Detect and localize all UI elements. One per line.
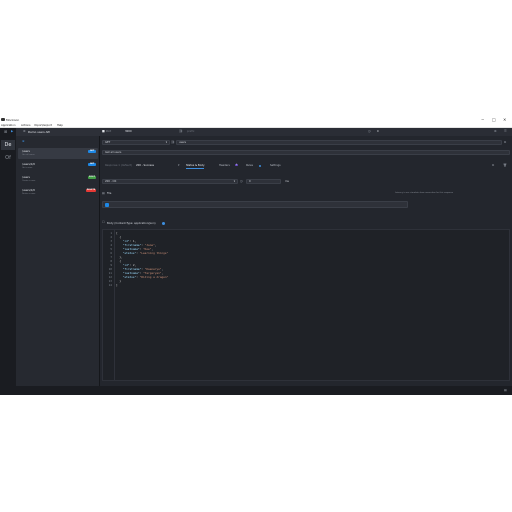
response-row: Response 1 (default) 200 - Success ▾ Sta…	[100, 162, 512, 170]
title-bar: Mockoon − □ ✕	[0, 116, 512, 123]
latency-input[interactable]: 0	[377, 130, 379, 133]
method-select[interactable]: GET ▾	[102, 140, 170, 145]
close-button[interactable]: ✕	[503, 117, 506, 122]
port-input[interactable]: 3000	[125, 130, 132, 133]
folder-icon[interactable]	[105, 203, 109, 207]
menu-actions[interactable]: Actions	[21, 124, 30, 127]
checkbox-icon[interactable]: ☐	[102, 221, 105, 224]
method-badge: GET	[88, 163, 96, 166]
link-icon: ⛓	[179, 129, 183, 133]
route-item[interactable]: /users Create a user POST	[18, 174, 98, 185]
route-description: Create a user	[22, 180, 36, 182]
response-latency-input[interactable]: 0	[246, 179, 281, 184]
trash-icon[interactable]: 🗑	[503, 164, 507, 167]
file-path-input[interactable]	[102, 201, 408, 208]
body-info-icon	[162, 222, 165, 225]
file-icon: ▤	[102, 191, 105, 195]
environment-name: Demo users API	[28, 130, 51, 134]
menu-help[interactable]: Help	[57, 124, 63, 127]
app-window: ⊞ De Of ▶ ⚙ Demo users API ⊕ /users Get …	[0, 128, 512, 395]
prefix-input[interactable]: prefix	[187, 130, 194, 133]
copy-icon[interactable]: ⧉	[492, 164, 494, 167]
rules-indicator-icon	[259, 165, 261, 167]
code-line: "status": "Learning things"	[122, 251, 169, 255]
route-description: Delete a user	[22, 193, 36, 195]
chevron-down-icon: ▾	[233, 180, 235, 183]
menu-import-export[interactable]: Import/export	[34, 124, 52, 127]
panel-toggle-icon[interactable]: ▤	[504, 389, 507, 392]
window-title: Mockoon	[6, 118, 20, 122]
add-route-icon[interactable]: ⊕	[22, 140, 25, 143]
method-badge: DELETE	[86, 189, 96, 192]
environment-tab-demo[interactable]: De	[1, 140, 15, 150]
clock-icon: ◷	[368, 129, 371, 133]
latency-unit: ms	[285, 180, 289, 183]
route-path: /users/1/0	[22, 189, 35, 192]
code-line: ]	[116, 283, 118, 287]
gutter-divider	[114, 230, 115, 380]
method-value: GET	[105, 141, 111, 144]
settings-icon[interactable]: ⚙	[494, 130, 497, 133]
tab-settings[interactable]: Settings	[270, 164, 281, 167]
route-documentation-value: Get all users	[105, 151, 122, 154]
tab-rules[interactable]: Rules	[246, 164, 253, 167]
logs-icon[interactable]: ☰	[504, 130, 507, 133]
minimize-button[interactable]: −	[481, 117, 484, 122]
maximize-button[interactable]: □	[492, 117, 496, 122]
clock-icon: ◷	[240, 179, 243, 183]
external-link-icon[interactable]: ⧉	[504, 141, 506, 144]
body-label: Body (Content-Type: application/json)	[107, 222, 156, 225]
status-bar: ▤	[0, 386, 512, 395]
line-number: 14	[108, 283, 112, 287]
route-path-value: users	[179, 141, 187, 144]
status-code-select[interactable]: 200 - OK ▾	[102, 179, 238, 184]
response-selector[interactable]: Response 1 (default)	[105, 164, 132, 167]
method-badge: POST	[88, 176, 96, 179]
headers-count-badge: 1	[235, 164, 239, 166]
routes-sidebar: ▶ ⚙ Demo users API ⊕ /users Get all user…	[11, 128, 100, 395]
route-item[interactable]: /users/1/0 Get a user GET	[18, 161, 98, 172]
route-path: /users	[22, 176, 30, 179]
route-item[interactable]: /users/1/0 Delete a user DELETE	[18, 187, 98, 198]
response-latency-value: 0	[249, 180, 251, 183]
route-documentation-input[interactable]: Get all users	[102, 150, 510, 155]
port-label: Port	[106, 130, 112, 133]
chevron-down-icon: ▾	[165, 141, 167, 144]
response-status-summary: 200 - Success	[136, 164, 154, 167]
route-path: /users/1/0	[22, 163, 35, 166]
menu-application[interactable]: Application	[1, 124, 16, 127]
line-numbers: 1 2 3 4 5 6 7 8 9 10 11 12 13 14	[104, 231, 112, 287]
body-editor[interactable]: 1 2 3 4 5 6 7 8 9 10 11 12 13 14 [ { "id": 1, "firstn…	[102, 229, 510, 381]
chevron-down-icon[interactable]: ▾	[178, 164, 180, 167]
tab-headers[interactable]: Headers	[219, 164, 230, 167]
add-environment-icon[interactable]: ⊞	[4, 130, 7, 134]
file-label: File	[107, 192, 112, 195]
play-icon[interactable]: ▶	[11, 130, 13, 133]
environment-settings-bar: ■ Port 3000 ⛓ prefix ◷ 0 ⚙ ☰	[100, 128, 512, 136]
stop-icon[interactable]: ■	[102, 130, 105, 133]
route-description: Get a user	[22, 167, 33, 169]
route-path-input[interactable]: users	[176, 140, 502, 145]
route-editor: ■ Port 3000 ⛓ prefix ◷ 0 ⚙ ☰ GET ▾ ⛓ use…	[100, 128, 512, 395]
latency-hint: Latency in ms: simulate slow connection …	[395, 192, 454, 194]
route-description: Get all users	[22, 154, 35, 156]
gear-icon[interactable]: ⚙	[23, 130, 26, 133]
method-badge: GET	[88, 150, 96, 153]
tab-status-body[interactable]: Status & Body	[186, 164, 205, 169]
status-code-value: 200 - OK	[105, 180, 117, 183]
environment-tab-other[interactable]: Of	[1, 153, 15, 163]
route-path: /users	[22, 150, 30, 153]
code-line: "status": "Riding a dragon"	[122, 275, 169, 279]
environment-header: ▶ ⚙ Demo users API	[11, 128, 100, 136]
link-icon: ⛓	[171, 140, 175, 144]
body-code: [ { "id": 1, "firstname": "Jane", "lastn…	[116, 231, 168, 287]
route-item[interactable]: /users Get all users GET	[18, 148, 98, 159]
environment-nav: ⊞ De Of	[0, 128, 16, 395]
app-logo-icon	[1, 118, 5, 121]
